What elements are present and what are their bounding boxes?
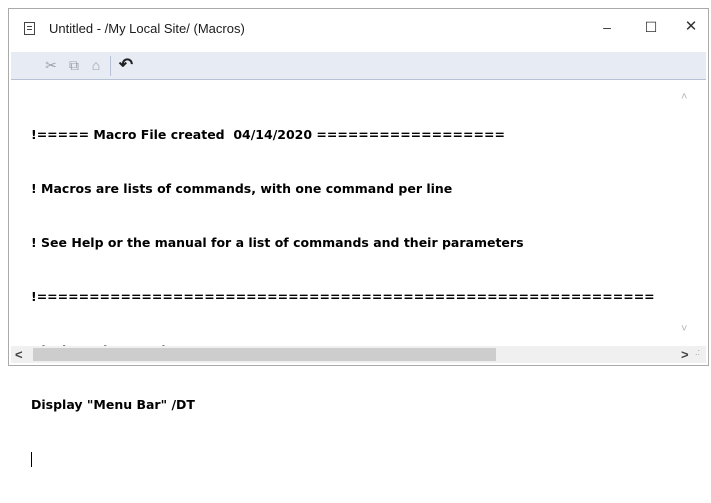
toolbar: ✂ ⧉ ⌂ ↶ bbox=[11, 52, 706, 80]
macro-editor-window: Untitled - /My Local Site/ (Macros) – ☐ … bbox=[8, 8, 709, 467]
paste-icon[interactable]: ⌂ bbox=[86, 55, 106, 75]
editor-line: !=======================================… bbox=[31, 289, 655, 304]
scroll-right-arrow-icon[interactable]: > bbox=[681, 346, 689, 363]
editor-line: Display "Menu Bar" /DT bbox=[31, 397, 195, 412]
editor-line: ! Macros are lists of commands, with one… bbox=[31, 181, 453, 196]
scroll-up-arrow-icon[interactable]: ˄ bbox=[681, 91, 687, 103]
copy-icon[interactable]: ⧉ bbox=[64, 55, 84, 75]
vertical-scrollbar[interactable]: ˄ ˅ bbox=[678, 81, 695, 346]
close-button[interactable]: ✕ bbox=[671, 13, 711, 43]
toolbar-separator bbox=[110, 56, 111, 76]
cut-icon[interactable]: ✂ bbox=[41, 55, 61, 75]
minimize-button[interactable]: – bbox=[587, 13, 627, 43]
maximize-button[interactable]: ☐ bbox=[631, 13, 671, 43]
title-bar[interactable]: Untitled - /My Local Site/ (Macros) – ☐ … bbox=[9, 9, 708, 49]
horizontal-scroll-thumb[interactable] bbox=[33, 348, 496, 361]
document-icon bbox=[24, 22, 35, 35]
horizontal-scrollbar[interactable]: < > bbox=[11, 346, 706, 363]
editor-line: !===== Macro File created 04/14/2020 ===… bbox=[31, 127, 505, 142]
window-title: Untitled - /My Local Site/ (Macros) bbox=[49, 21, 245, 36]
scroll-left-arrow-icon[interactable]: < bbox=[15, 346, 23, 363]
macro-text-editor[interactable]: !===== Macro File created 04/14/2020 ===… bbox=[11, 81, 706, 467]
editor-line: ! See Help or the manual for a list of c… bbox=[31, 235, 524, 250]
undo-icon[interactable]: ↶ bbox=[116, 55, 136, 75]
macro-text: !===== Macro File created 04/14/2020 ===… bbox=[31, 90, 679, 503]
scroll-down-arrow-icon[interactable]: ˅ bbox=[681, 323, 687, 335]
text-caret bbox=[31, 452, 32, 467]
resize-grip-icon[interactable]: .: bbox=[695, 348, 705, 361]
